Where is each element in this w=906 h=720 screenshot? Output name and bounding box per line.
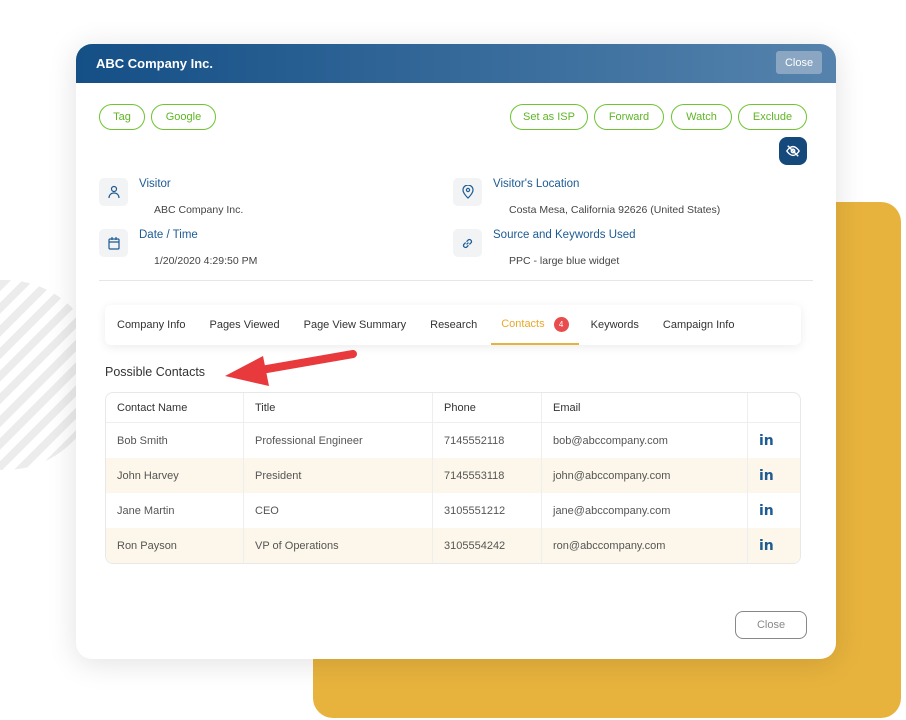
table-row: Ron Payson VP of Operations 3105554242 ron@…	[106, 528, 800, 563]
tab-page-view-summary[interactable]: Page View Summary	[304, 305, 407, 345]
datetime-label: Date / Time	[139, 229, 198, 241]
location-value: Costa Mesa, California 92626 (United Sta…	[509, 204, 721, 216]
col-contact-name: Contact Name	[106, 393, 243, 423]
tab-research[interactable]: Research	[430, 305, 477, 345]
col-linkedin	[747, 393, 800, 423]
set-as-isp-button[interactable]: Set as ISP	[510, 104, 588, 130]
visitor-label: Visitor	[139, 178, 171, 190]
modal-title: ABC Company Inc.	[96, 56, 214, 71]
contact-phone: 7145552118	[432, 423, 541, 458]
contact-phone: 3105551212	[432, 493, 541, 528]
visitor-value: ABC Company Inc.	[154, 204, 244, 216]
source-value: PPC - large blue widget	[509, 255, 620, 267]
company-modal: ABC Company Inc. Close Tag Google Set as…	[76, 44, 836, 659]
watch-button[interactable]: Watch	[671, 104, 732, 130]
tab-bar: Company Info Pages Viewed Page View Summ…	[105, 305, 801, 345]
contact-phone: 7145553118	[432, 458, 541, 493]
location-label: Visitor's Location	[493, 178, 580, 190]
hide-eye-button[interactable]	[779, 137, 807, 165]
contact-title: Professional Engineer	[243, 423, 432, 458]
table-row: John Harvey President 7145553118 john@abcco…	[106, 458, 800, 493]
tab-campaign-info[interactable]: Campaign Info	[663, 305, 735, 345]
link-icon	[453, 229, 482, 257]
col-title: Title	[243, 393, 432, 423]
linkedin-icon[interactable]: in	[759, 468, 774, 484]
contact-name: Bob Smith	[117, 434, 168, 447]
header-close-button[interactable]: Close	[776, 51, 822, 74]
contact-title: VP of Operations	[243, 528, 432, 563]
location-pin-icon	[453, 178, 482, 206]
tab-keywords[interactable]: Keywords	[591, 305, 639, 345]
red-arrow-annotation	[225, 350, 357, 386]
contact-email: jane@abccompany.com	[541, 493, 747, 528]
eye-slash-icon	[786, 145, 800, 157]
col-phone: Phone	[432, 393, 541, 423]
contact-phone: 3105554242	[432, 528, 541, 563]
linkedin-cell: in	[747, 493, 800, 528]
linkedin-icon[interactable]: in	[759, 538, 774, 554]
contact-email: bob@abccompany.com	[541, 423, 747, 458]
linkedin-icon[interactable]: in	[759, 503, 774, 519]
contact-title: President	[243, 458, 432, 493]
table-row: Jane Martin CEO 3105551212 jane@abccompany.…	[106, 493, 800, 528]
linkedin-icon[interactable]: in	[759, 433, 774, 449]
contacts-table: Contact Name Title Phone Email Bob Smith…	[105, 392, 801, 564]
tag-button[interactable]: Tag	[99, 104, 145, 130]
tab-contacts[interactable]: Contacts 4	[491, 305, 579, 345]
datetime-value: 1/20/2020 4:29:50 PM	[154, 255, 258, 267]
tab-pages-viewed[interactable]: Pages Viewed	[209, 305, 279, 345]
contact-name: Jane Martin	[117, 504, 175, 517]
modal-header: ABC Company Inc. Close	[76, 44, 836, 83]
table-header-row: Contact Name Title Phone Email	[106, 393, 800, 423]
linkedin-cell: in	[747, 528, 800, 563]
linkedin-cell: in	[747, 458, 800, 493]
section-title: Possible Contacts	[105, 365, 206, 379]
google-button[interactable]: Google	[151, 104, 216, 130]
linkedin-cell: in	[747, 423, 800, 458]
col-email: Email	[541, 393, 747, 423]
contact-title: CEO	[243, 493, 432, 528]
contact-name: John Harvey	[106, 458, 243, 493]
forward-button[interactable]: Forward	[594, 104, 664, 130]
footer-close-button[interactable]: Close	[735, 611, 807, 639]
calendar-icon	[99, 229, 128, 257]
exclude-button[interactable]: Exclude	[738, 104, 807, 130]
source-label: Source and Keywords Used	[493, 229, 636, 241]
tab-company-info[interactable]: Company Info	[117, 305, 185, 345]
tab-contacts-label: Contacts	[501, 318, 545, 330]
table-row: Bob Smith Professional Engineer 7145552118…	[106, 423, 800, 458]
user-icon	[99, 178, 128, 206]
contacts-count-badge: 4	[553, 316, 569, 332]
contact-email: john@abccompany.com	[541, 458, 747, 493]
contact-name: Ron Payson	[106, 528, 243, 563]
contact-email: ron@abccompany.com	[541, 528, 747, 563]
divider	[99, 280, 813, 281]
